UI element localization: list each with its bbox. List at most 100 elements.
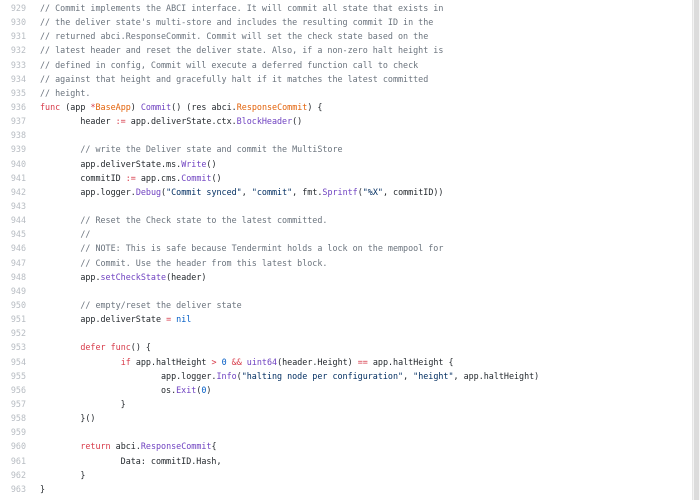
line-code: header := app.deliverState.ctx.BlockHead… — [26, 114, 302, 128]
line-number[interactable]: 940 — [0, 157, 26, 171]
code-line: 936 func (app *BaseApp) Commit() (res abc… — [0, 100, 693, 114]
code-token: } — [40, 398, 126, 409]
line-number[interactable]: 945 — [0, 227, 26, 241]
code-line: 935 // height. — [0, 86, 693, 100]
code-token: app.deliverState.ctx. — [125, 116, 237, 127]
line-number[interactable]: 951 — [0, 312, 26, 326]
line-number[interactable]: 954 — [0, 355, 26, 369]
line-code: // defined in config, Commit will execut… — [26, 58, 418, 72]
line-number[interactable]: 959 — [0, 425, 26, 439]
vertical-scrollbar[interactable] — [692, 0, 700, 500]
line-number[interactable]: 955 — [0, 369, 26, 383]
code-token: // defined in config, Commit will execut… — [40, 59, 419, 70]
code-token: nil — [176, 314, 192, 325]
code-token: // Reset the Check state to the latest c… — [40, 215, 328, 226]
code-token: "commit" — [251, 186, 293, 197]
scrollbar-thumb[interactable] — [694, 0, 699, 500]
code-token: defer — [80, 342, 106, 353]
line-number[interactable]: 930 — [0, 15, 26, 29]
code-token: () { — [130, 342, 151, 353]
line-code: Data: commitID.Hash, — [26, 454, 222, 468]
code-token: app — [70, 101, 86, 112]
code-token: }() — [40, 413, 96, 424]
line-code: // empty/reset the deliver state — [26, 298, 241, 312]
line-number[interactable]: 948 — [0, 270, 26, 284]
code-token: "Commit synced" — [166, 186, 242, 197]
line-number[interactable]: 933 — [0, 58, 26, 72]
line-number[interactable]: 929 — [0, 1, 26, 15]
code-token: := — [125, 172, 136, 183]
code-line: 956 os.Exit(0) — [0, 383, 693, 397]
line-code: // the deliver state's multi-store and i… — [26, 15, 433, 29]
line-number[interactable]: 961 — [0, 454, 26, 468]
line-number[interactable]: 941 — [0, 171, 26, 185]
code-token: ) — [206, 384, 212, 395]
code-line: 933 // defined in config, Commit will exe… — [0, 58, 693, 72]
line-number[interactable]: 953 — [0, 340, 26, 354]
line-number[interactable]: 949 — [0, 284, 26, 298]
line-number[interactable]: 962 — [0, 468, 26, 482]
line-number[interactable]: 952 — [0, 326, 26, 340]
line-code: return abci.ResponseCommit{ — [26, 439, 216, 453]
line-code: func (app *BaseApp) Commit() (res abci.R… — [26, 100, 322, 114]
code-line: 954 if app.haltHeight > 0 && uint64(head… — [0, 355, 693, 369]
code-line: 955 app.logger.Info("halting node per co… — [0, 369, 693, 383]
code-token: } — [40, 483, 46, 494]
code-token: ) — [130, 101, 141, 112]
code-token: , — [403, 370, 414, 381]
line-code: // Reset the Check state to the latest c… — [26, 213, 327, 227]
line-code: if app.haltHeight > 0 && uint64(header.H… — [26, 355, 454, 369]
line-code: // returned abci.ResponseCommit. Commit … — [26, 29, 428, 43]
code-token: func — [110, 342, 131, 353]
code-token: // the deliver state's multi-store and i… — [40, 17, 434, 28]
code-line: 958 }() — [0, 411, 693, 425]
line-number[interactable]: 932 — [0, 43, 26, 57]
line-number[interactable]: 942 — [0, 185, 26, 199]
code-token: , — [241, 186, 252, 197]
code-token: // against that height and gracefully ha… — [40, 73, 429, 84]
line-number[interactable]: 938 — [0, 128, 26, 142]
code-token: app.deliverState.ms. — [40, 158, 182, 169]
line-code: defer func() { — [26, 340, 151, 354]
line-number[interactable]: 939 — [0, 142, 26, 156]
code-token: Info — [216, 370, 237, 381]
line-number[interactable]: 944 — [0, 213, 26, 227]
code-token: () ( — [171, 101, 192, 112]
line-code: // NOTE: This is safe because Tendermint… — [26, 241, 443, 255]
code-line: 943 — [0, 199, 693, 213]
line-number[interactable]: 936 — [0, 100, 26, 114]
code-token: BaseApp — [95, 101, 131, 112]
line-number[interactable]: 946 — [0, 241, 26, 255]
code-line: 961 Data: commitID.Hash, — [0, 454, 693, 468]
line-number[interactable]: 960 — [0, 439, 26, 453]
line-number[interactable]: 935 — [0, 86, 26, 100]
line-code: app.logger.Info("halting node per config… — [26, 369, 539, 383]
code-token: app.haltHeight — [130, 356, 212, 367]
line-number[interactable]: 957 — [0, 397, 26, 411]
code-token: ResponseCommit — [140, 441, 212, 452]
line-number[interactable]: 956 — [0, 383, 26, 397]
line-number[interactable]: 958 — [0, 411, 26, 425]
code-line: 949 — [0, 284, 693, 298]
code-token: app.deliverState — [40, 314, 167, 325]
line-number[interactable]: 943 — [0, 199, 26, 213]
code-token: abci. — [110, 441, 141, 452]
line-number[interactable]: 931 — [0, 29, 26, 43]
line-number[interactable]: 963 — [0, 482, 26, 496]
line-number[interactable]: 950 — [0, 298, 26, 312]
code-token: ( — [60, 101, 71, 112]
code-token: () — [211, 172, 222, 183]
line-number[interactable]: 937 — [0, 114, 26, 128]
line-code: } — [26, 482, 45, 496]
line-code: // latest header and reset the deliver s… — [26, 43, 443, 57]
code-line: 942 app.logger.Debug("Commit synced", "c… — [0, 185, 693, 199]
line-number[interactable]: 947 — [0, 256, 26, 270]
code-line: 957 } — [0, 397, 693, 411]
code-line: 962 } — [0, 468, 693, 482]
code-token: res — [191, 101, 207, 112]
code-token: Data: commitID.Hash, — [40, 455, 222, 466]
line-number[interactable]: 934 — [0, 72, 26, 86]
